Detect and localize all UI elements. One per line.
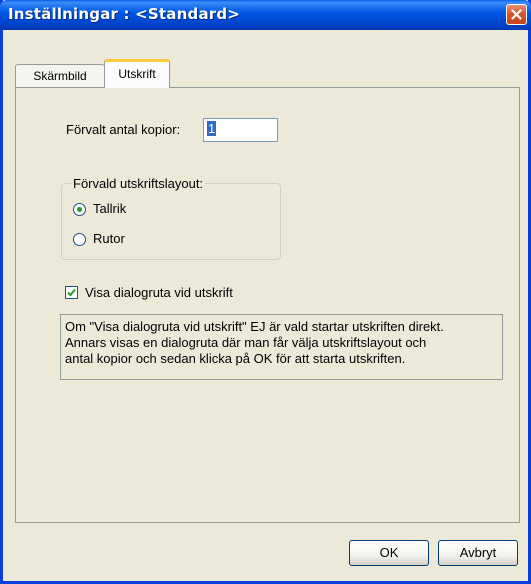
tab-skarmbild[interactable]: Skärmbild [15, 64, 105, 87]
cancel-button[interactable]: Avbryt [438, 540, 518, 566]
tab-utskrift[interactable]: Utskrift [104, 59, 170, 88]
copies-label: Förvalt antal kopior: [66, 122, 181, 137]
close-icon [511, 9, 522, 20]
info-text-box: Om "Visa dialogruta vid utskrift" EJ är … [60, 314, 503, 380]
ok-button[interactable]: OK [349, 540, 429, 566]
copies-value: 1 [207, 121, 217, 136]
close-button[interactable] [506, 4, 527, 25]
show-dialog-checkbox[interactable] [65, 286, 78, 299]
show-dialog-label[interactable]: Visa dialogruta vid utskrift [85, 285, 233, 300]
radio-tallrik-label[interactable]: Tallrik [93, 201, 126, 216]
checkmark-icon [67, 288, 76, 297]
layout-group-legend: Förvald utskriftslayout: [71, 176, 206, 191]
copies-input[interactable]: 1 [203, 118, 278, 142]
radio-tallrik[interactable] [73, 203, 86, 216]
radio-rutor-label[interactable]: Rutor [93, 231, 125, 246]
settings-dialog: Inställningar : <Standard> Skärmbild Uts… [0, 0, 531, 584]
title-bar[interactable]: Inställningar : <Standard> [0, 0, 531, 30]
window-title: Inställningar : <Standard> [8, 5, 241, 23]
layout-groupbox [61, 183, 281, 260]
tab-panel-utskrift [15, 87, 520, 523]
radio-selected-dot [77, 207, 82, 212]
radio-rutor[interactable] [73, 233, 86, 246]
